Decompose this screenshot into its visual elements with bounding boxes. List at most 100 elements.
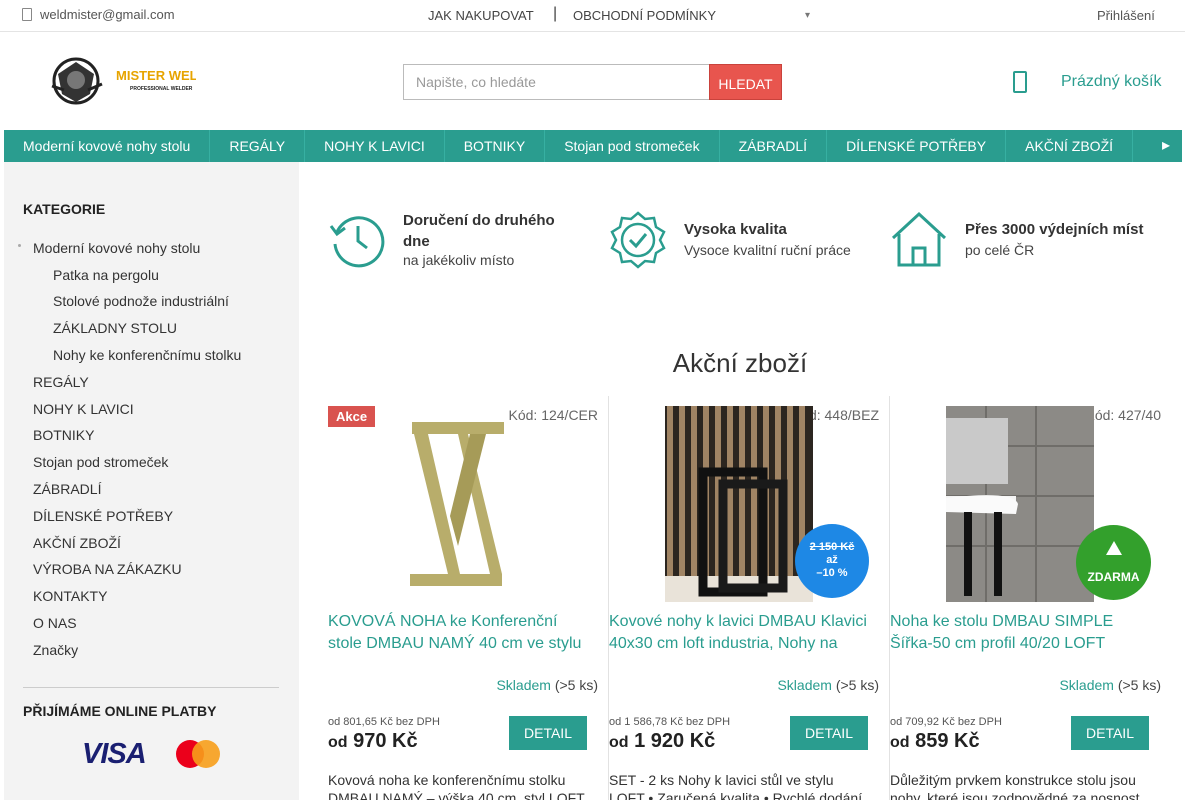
product-description: SET - 2 ks Nohy k lavici stůl ve stylu L… — [609, 772, 863, 800]
search-input[interactable] — [403, 64, 709, 100]
chevron-down-icon[interactable]: ▾ — [805, 10, 810, 21]
phone-icon — [22, 8, 32, 21]
sidebar-divider — [23, 687, 279, 688]
logo-text: MISTER WELD — [116, 68, 196, 83]
top-bar: weldmister@gmail.com JAK NAKUPOVAT | OBC… — [0, 0, 1185, 32]
sidebar-item-about[interactable]: O NAS — [33, 615, 77, 631]
product-price: od 970 Kč — [328, 730, 418, 753]
sidebar-item-workshop[interactable]: DÍLENSKÉ POTŘEBY — [33, 508, 173, 524]
price-without-vat: od 709,92 Kč bez DPH — [890, 716, 1002, 728]
stock-status: Skladem (>5 ks) — [1059, 677, 1161, 693]
product-code: Kód: 124/CER — [508, 407, 599, 423]
free-label: ZDARMA — [1087, 570, 1140, 584]
benefit-title: Doručení do druhého dne — [403, 212, 555, 250]
nav-link-terms[interactable]: OBCHODNÍ PODMÍNKY — [573, 8, 716, 23]
price-prefix: od — [890, 734, 910, 751]
discount-badge: 2 150 Kč až –10 % — [795, 524, 869, 598]
sidebar-item-bench-legs[interactable]: NOHY K LAVICI — [33, 401, 134, 417]
cart-label[interactable]: Prázdný košík — [1061, 73, 1161, 91]
price-value: 1 920 Kč — [634, 730, 716, 752]
sidebar-item-shelves[interactable]: REGÁLY — [33, 374, 89, 390]
price-without-vat: od 801,65 Kč bez DPH — [328, 716, 440, 728]
sidebar-item-sale[interactable]: AKČNÍ ZBOŽÍ — [33, 535, 121, 551]
menu-more-icon[interactable]: ▸ — [1150, 130, 1182, 162]
stock-status: Skladem (>5 ks) — [496, 677, 598, 693]
sidebar-item-industrial[interactable]: Stolové podnože industriální — [53, 293, 229, 309]
benefit-title: Přes 3000 výdejních míst — [965, 221, 1144, 238]
sidebar-item-contacts[interactable]: KONTAKTY — [33, 588, 107, 604]
product-image[interactable] — [665, 406, 813, 605]
search-bar: HLEDAT — [403, 64, 782, 100]
sidebar-item-brands[interactable]: Značky — [33, 642, 78, 658]
benefit-title: Vysoka kvalita — [684, 221, 787, 238]
benefit-subtitle: Vysoce kvalitní ruční práce — [684, 242, 851, 258]
sidebar-item-pergola[interactable]: Patka na pergolu — [53, 267, 159, 283]
product-name-link[interactable]: Noha ke stolu DMBAU SIMPLE Šířka-50 cm p… — [890, 611, 1152, 655]
product-price: od 1 920 Kč — [609, 730, 715, 753]
badge-check-icon — [610, 211, 666, 269]
price-without-vat: od 1 586,78 Kč bez DPH — [609, 716, 731, 728]
nav-item-table-legs[interactable]: Moderní kovové nohy stolu — [4, 130, 211, 162]
nav-item-shoe-racks[interactable]: BOTNIKY — [445, 130, 546, 162]
product-image[interactable] — [398, 406, 518, 594]
sidebar-item-custom[interactable]: VÝROBA NA ZÁKAZKU — [33, 561, 182, 577]
nav-item-railings[interactable]: ZÁBRADLÍ — [720, 130, 828, 162]
product-card: Kód: 427/40 ZDARMA Noha ke stolu DMBAU S… — [890, 396, 1171, 800]
mastercard-icon — [176, 740, 220, 768]
home-icon — [891, 211, 947, 267]
nav-item-shelves[interactable]: REGÁLY — [210, 130, 306, 162]
clock-history-icon — [329, 216, 385, 268]
nav-item-sale[interactable]: AKČNÍ ZBOŽÍ — [1006, 130, 1134, 162]
login-link[interactable]: Přihlášení — [1097, 8, 1155, 23]
product-code: Kód: 427/40 — [1085, 407, 1161, 423]
discount-old-price: 2 150 Kč — [809, 541, 855, 553]
bullet-icon — [18, 244, 21, 247]
product-card: Kód: 448/BEZ 2 150 Kč až –10 % Kovové no… — [609, 396, 890, 800]
nav-item-bench-legs[interactable]: NOHY K LAVICI — [305, 130, 445, 162]
product-card: Akce Kód: 124/CER KOVOVÁ NOHA ke Konfere… — [328, 396, 609, 800]
detail-button[interactable]: DETAIL — [509, 716, 587, 750]
sidebar-item-tree-stand[interactable]: Stojan pod stromeček — [33, 454, 168, 470]
benefit-subtitle: na jakékoliv místo — [403, 252, 515, 268]
discount-range: až — [826, 554, 838, 566]
price-value: 859 Kč — [915, 730, 980, 752]
truck-icon — [1106, 541, 1122, 555]
stock-ok: Skladem — [1059, 677, 1114, 693]
sidebar-item-table-legs[interactable]: Moderní kovové nohy stolu — [33, 240, 200, 256]
visa-logo: VISA — [82, 738, 147, 770]
price-value: 970 Kč — [353, 730, 418, 752]
email-text[interactable]: weldmister@gmail.com — [40, 7, 175, 22]
product-description: Důležitým prvkem konstrukce stolu jsou n… — [890, 772, 1140, 800]
email-contact[interactable]: weldmister@gmail.com — [22, 7, 175, 22]
sidebar-item-coffee-table-legs[interactable]: Nohy ke konferenčnímu stolku — [53, 347, 241, 363]
sidebar-item-table-bases[interactable]: ZÁKLADNY STOLU — [53, 320, 177, 336]
search-button[interactable]: HLEDAT — [709, 64, 782, 100]
sidebar: KATEGORIE Moderní kovové nohy stolu Patk… — [4, 162, 299, 800]
logo-subtext: PROFESSIONAL WELDER — [130, 86, 193, 92]
nav-link-how-to-buy[interactable]: JAK NAKUPOVAT — [428, 8, 534, 23]
price-prefix: od — [609, 734, 629, 751]
detail-button[interactable]: DETAIL — [790, 716, 868, 750]
product-name-link[interactable]: Kovové nohy k lavici DMBAU Klavici 40x30… — [609, 611, 871, 655]
stock-ok: Skladem — [496, 677, 551, 693]
logo[interactable]: MISTER WELD PROFESSIONAL WELDER — [46, 54, 207, 110]
product-price: od 859 Kč — [890, 730, 980, 753]
stock-ok: Skladem — [777, 677, 832, 693]
benefit-subtitle: po celé ČR — [965, 242, 1035, 258]
product-image[interactable] — [946, 406, 1094, 605]
cart-icon[interactable] — [1013, 71, 1027, 93]
sidebar-item-shoe-racks[interactable]: BOTNIKY — [33, 427, 94, 443]
detail-button[interactable]: DETAIL — [1071, 716, 1149, 750]
product-name-link[interactable]: KOVOVÁ NOHA ke Konferenční stole DMBAU N… — [328, 611, 590, 655]
sale-badge: Akce — [328, 406, 376, 427]
main-nav: Moderní kovové nohy stolu REGÁLY NOHY K … — [4, 130, 1182, 162]
stock-qty: (>5 ks) — [554, 677, 598, 693]
sidebar-title: KATEGORIE — [23, 201, 106, 217]
product-description: Kovová noha ke konferenčnímu stolku DMBA… — [328, 772, 585, 800]
sidebar-item-railings[interactable]: ZÁBRADLÍ — [33, 481, 101, 497]
free-shipping-badge: ZDARMA — [1076, 525, 1151, 600]
nav-separator: | — [553, 5, 558, 22]
nav-item-tree-stand[interactable]: Stojan pod stromeček — [545, 130, 720, 162]
nav-item-workshop[interactable]: DÍLENSKÉ POTŘEBY — [827, 130, 1007, 162]
section-title: Akční zboží — [672, 348, 808, 378]
